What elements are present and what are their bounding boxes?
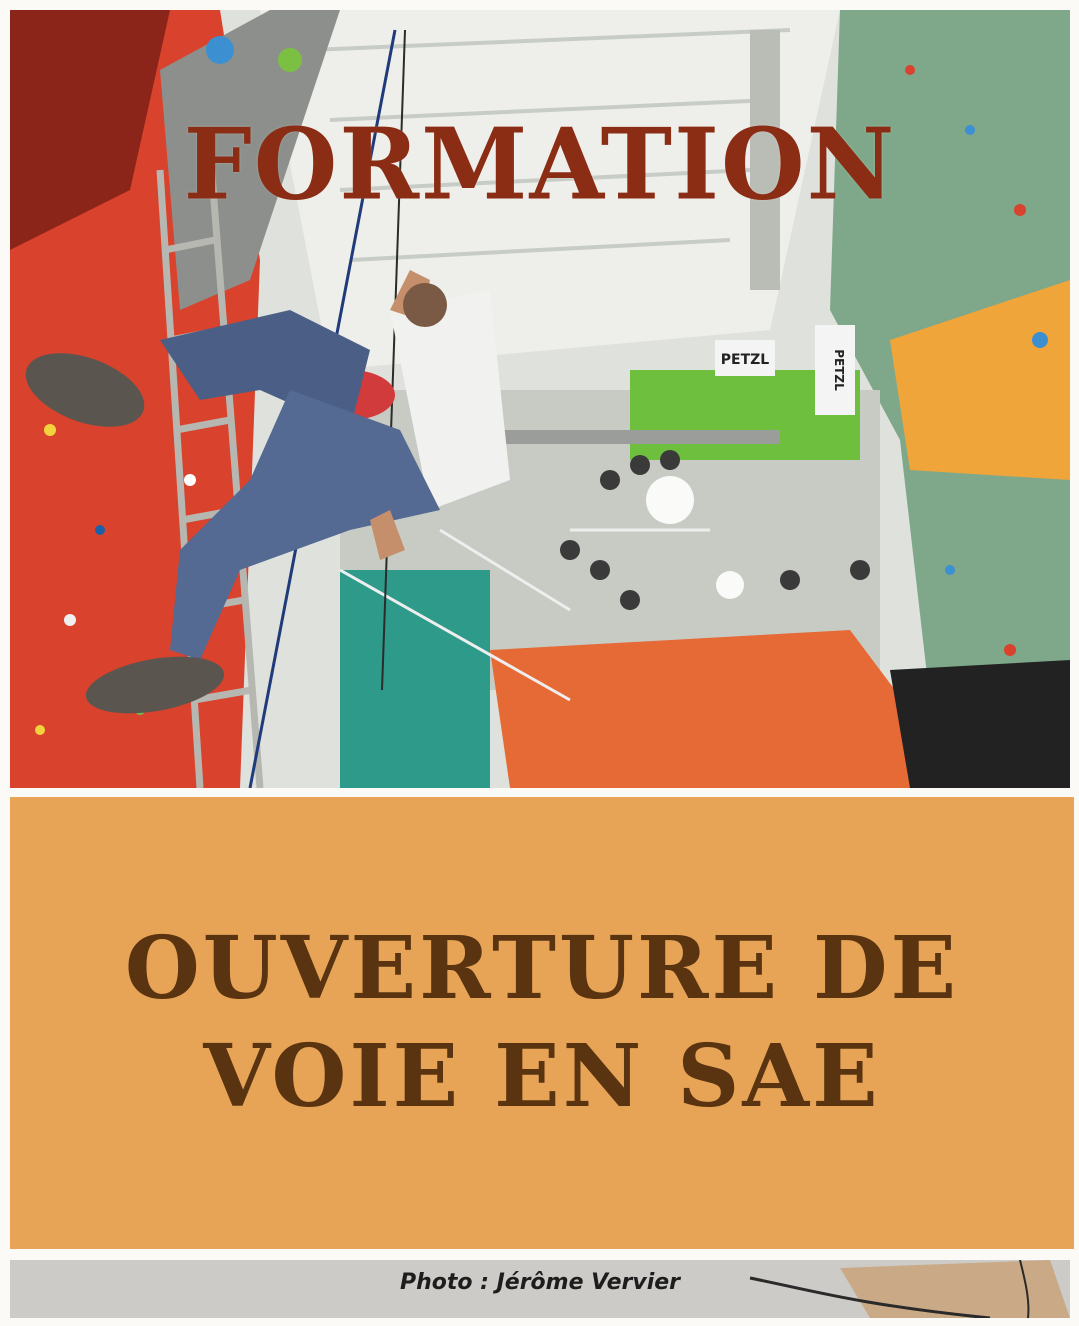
course-title: OUVERTURE DE VOIE EN SAE	[10, 915, 1074, 1131]
photo-credit: Photo : Jérôme Vervier	[399, 1270, 681, 1295]
title-panel: OUVERTURE DE VOIE EN SAE	[10, 797, 1074, 1249]
course-title-line-1: OUVERTURE DE	[124, 918, 960, 1019]
course-title-line-2: VOIE EN SAE	[203, 1026, 881, 1127]
petzl-sign-2: PETZL	[832, 349, 846, 391]
climbing-photo: PETZL PETZL FORMATION	[10, 10, 1070, 788]
formation-title: FORMATION	[183, 106, 897, 223]
bottom-photo-strip: Photo : Jérôme Vervier	[10, 1260, 1070, 1318]
petzl-sign-1: PETZL	[721, 352, 770, 368]
